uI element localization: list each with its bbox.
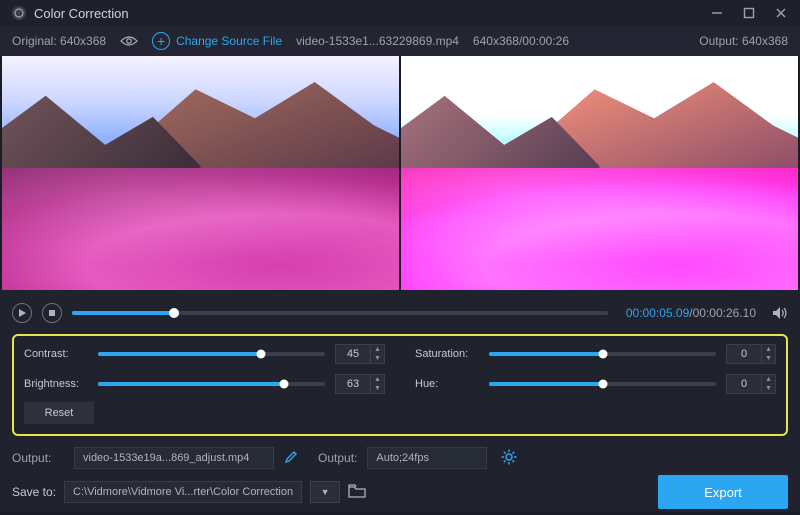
output-format-label: Output:: [318, 451, 357, 465]
original-size-label: Original: 640x368: [12, 34, 106, 48]
play-button[interactable]: [12, 303, 32, 323]
hue-slider[interactable]: [489, 382, 716, 386]
chevron-down-icon: ▼: [370, 354, 384, 363]
output-file-label: Output:: [12, 451, 64, 465]
chevron-up-icon: ▲: [761, 345, 775, 354]
output-size-label: Output: 640x368: [699, 34, 788, 48]
chevron-up-icon: ▲: [370, 375, 384, 384]
saturation-slider[interactable]: [489, 352, 716, 356]
chevron-up-icon: ▲: [761, 375, 775, 384]
chevron-down-icon: ▼: [761, 354, 775, 363]
pencil-icon[interactable]: [284, 450, 298, 467]
folder-icon[interactable]: [348, 484, 366, 501]
change-source-label: Change Source File: [176, 34, 282, 48]
window-title: Color Correction: [34, 6, 710, 21]
change-source-button[interactable]: + Change Source File: [152, 32, 282, 50]
reset-button[interactable]: Reset: [24, 402, 94, 424]
save-path-dropdown[interactable]: ▼: [310, 481, 340, 503]
saturation-spinner[interactable]: 0▲▼: [726, 344, 776, 364]
timeline-slider[interactable]: [72, 311, 608, 315]
brightness-row: Brightness: 63▲▼: [24, 374, 385, 394]
contrast-label: Contrast:: [24, 348, 88, 360]
output-filename-field[interactable]: video-1533e19a...869_adjust.mp4: [74, 447, 274, 469]
preview-row: [0, 56, 800, 290]
saturation-label: Saturation:: [415, 348, 479, 360]
minimize-icon[interactable]: [710, 6, 724, 20]
gear-icon[interactable]: [501, 449, 517, 468]
color-adjustments-panel: Contrast: 45▲▼ Saturation: 0▲▼ Brightnes…: [12, 334, 788, 436]
preview-eye-icon[interactable]: [120, 35, 138, 47]
app-icon: [12, 6, 26, 20]
source-filename: video-1533e1...63229869.mp4: [296, 34, 459, 48]
saturation-row: Saturation: 0▲▼: [415, 344, 776, 364]
save-path-field[interactable]: C:\Vidmore\Vidmore Vi...rter\Color Corre…: [64, 481, 302, 503]
contrast-slider[interactable]: [98, 352, 325, 356]
timeline-row: 00:00:05.09/00:00:26.10: [12, 298, 788, 328]
contrast-row: Contrast: 45▲▼: [24, 344, 385, 364]
source-meta: 640x368/00:00:26: [473, 34, 569, 48]
export-button[interactable]: Export: [658, 475, 788, 509]
chevron-down-icon: ▼: [761, 384, 775, 393]
hue-label: Hue:: [415, 378, 479, 390]
time-display: 00:00:05.09/00:00:26.10: [626, 306, 756, 320]
preview-output: [401, 56, 798, 290]
preview-original: [2, 56, 399, 290]
hue-spinner[interactable]: 0▲▼: [726, 374, 776, 394]
chevron-up-icon: ▲: [370, 345, 384, 354]
titlebar: Color Correction: [0, 0, 800, 26]
hue-row: Hue: 0▲▼: [415, 374, 776, 394]
close-icon[interactable]: [774, 6, 788, 20]
stop-button[interactable]: [42, 303, 62, 323]
output-format-field[interactable]: Auto;24fps: [367, 447, 487, 469]
maximize-icon[interactable]: [742, 6, 756, 20]
infobar: Original: 640x368 + Change Source File v…: [0, 26, 800, 56]
contrast-spinner[interactable]: 45▲▼: [335, 344, 385, 364]
volume-icon[interactable]: [772, 306, 788, 320]
chevron-down-icon: ▼: [370, 384, 384, 393]
brightness-slider[interactable]: [98, 382, 325, 386]
brightness-spinner[interactable]: 63▲▼: [335, 374, 385, 394]
brightness-label: Brightness:: [24, 378, 88, 390]
save-to-label: Save to:: [12, 485, 56, 499]
plus-icon: +: [152, 32, 170, 50]
